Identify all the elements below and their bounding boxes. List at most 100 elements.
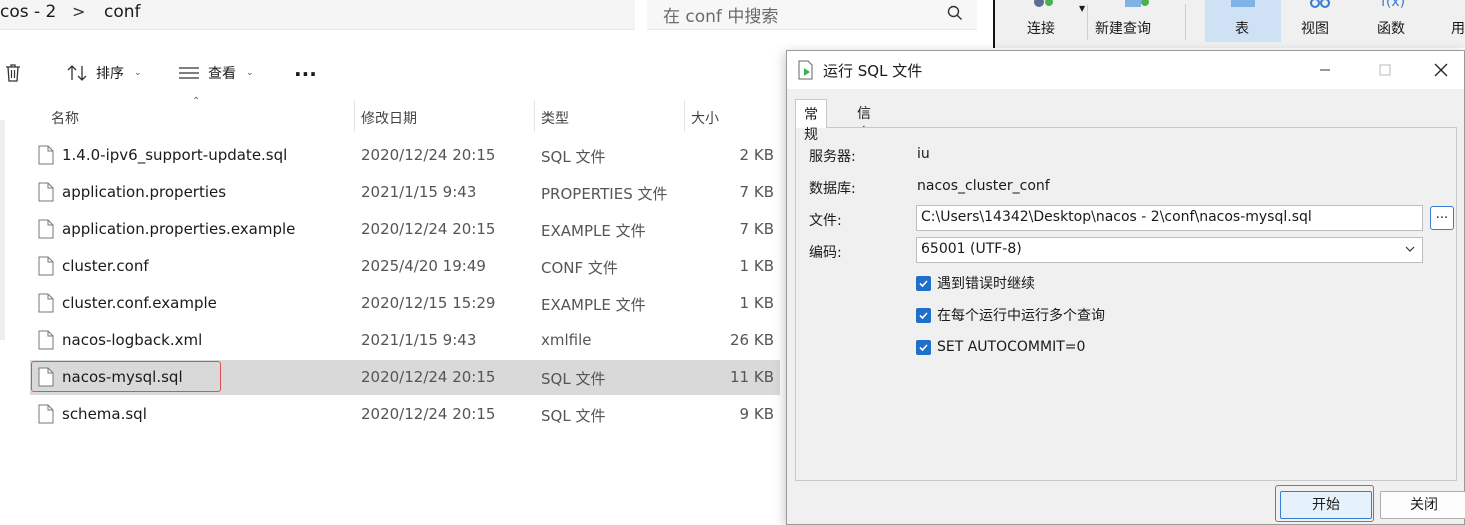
start-button[interactable]: 开始 (1280, 491, 1372, 519)
more-options-button[interactable]: ... (294, 56, 317, 82)
file-type: EXAMPLE 文件 (541, 222, 646, 240)
breadcrumb-parent[interactable]: cos - 2 (0, 2, 56, 22)
view-label-ribbon: 视图 (1301, 21, 1329, 37)
file-icon (38, 293, 54, 313)
file-row[interactable]: application.properties 2021/1/15 9:43 PROP… (30, 175, 780, 210)
close-window-button[interactable] (1418, 55, 1464, 85)
option-continue-on-error[interactable]: 遇到错误时继续 (916, 273, 1035, 293)
file-name: cluster.conf (62, 257, 149, 275)
chevron-down-icon: ⌄ (246, 68, 254, 78)
search-input[interactable]: 在 conf 中搜索 (647, 0, 977, 30)
command-toolbar: 排序 ⌄ 查看 ⌄ ... (0, 50, 800, 94)
file-name: schema.sql (62, 405, 147, 423)
file-icon (38, 330, 54, 350)
view-button-ribbon[interactable]: 视图 (1291, 0, 1351, 44)
maximize-button[interactable] (1362, 55, 1408, 85)
table-icon (1231, 0, 1255, 7)
trash-icon (6, 64, 20, 82)
tab-general[interactable]: 常规 (795, 99, 827, 143)
file-path-input[interactable]: C:\Users\14342\Desktop\nacos - 2\conf\na… (916, 205, 1423, 231)
file-type: xmlfile (541, 331, 592, 349)
encoding-value: 65001 (UTF-8) (921, 241, 1022, 257)
file-name: application.properties (62, 183, 227, 201)
encoding-label: 编码: (809, 245, 842, 261)
file-row[interactable]: 1.4.0-ipv6_support-update.sql 2020/12/24 … (30, 138, 780, 173)
checkbox-checked-icon[interactable] (916, 275, 931, 291)
database-label: 数据库: (809, 181, 856, 197)
chevron-down-icon[interactable]: ▼ (1079, 4, 1085, 13)
option-multiple-queries[interactable]: 在每个运行中运行多个查询 (916, 305, 1105, 325)
file-date: 2021/1/15 9:43 (361, 183, 477, 201)
new-query-label: 新建查询 (1095, 21, 1151, 37)
browse-button[interactable]: ... (1430, 206, 1454, 230)
file-row[interactable]: cluster.conf.example 2020/12/15 15:29 EXAM… (30, 286, 780, 321)
file-size: 7 KB (739, 183, 774, 201)
close-button[interactable]: 关闭 (1380, 491, 1465, 519)
column-header-name[interactable]: 名称 (51, 108, 79, 140)
view-icon (1310, 0, 1330, 8)
checkbox-checked-icon[interactable] (916, 339, 931, 355)
tab-message-log[interactable]: 信息日志 (849, 99, 879, 182)
file-type: CONF 文件 (541, 259, 618, 277)
maximize-icon (1379, 64, 1391, 76)
file-size: 7 KB (739, 220, 774, 238)
view-button[interactable]: 查看 ⌄ (178, 60, 254, 86)
file-row[interactable]: schema.sql 2020/12/24 20:15 SQL 文件 9 KB (30, 397, 780, 432)
file-row[interactable]: nacos-mysql.sql 2020/12/24 20:15 SQL 文件 11 … (30, 360, 780, 395)
address-bar[interactable]: cos - 2 > conf (0, 0, 635, 30)
function-button[interactable]: f(x) 函数 (1367, 0, 1427, 44)
column-divider[interactable] (684, 100, 685, 132)
connect-button[interactable]: 连接 (1025, 0, 1065, 44)
option-label: 遇到错误时继续 (937, 276, 1035, 292)
column-divider[interactable] (354, 100, 355, 132)
file-name: application.properties.example (62, 220, 296, 238)
server-label: 服务器: (809, 149, 856, 165)
search-icon[interactable] (947, 5, 963, 21)
new-query-button[interactable]: 新建查询 (1093, 0, 1183, 44)
dialog-title: 运行 SQL 文件 (823, 62, 923, 80)
ribbon-divider (1185, 4, 1186, 40)
file-icon (38, 219, 54, 239)
checkbox-checked-icon[interactable] (916, 307, 931, 323)
column-header-size[interactable]: 大小 (691, 108, 719, 140)
navicat-ribbon: 连接 ▼ 新建查询 表 视图 f(x) 函数 用 (993, 0, 1465, 48)
sort-button[interactable]: 排序 ⌄ (66, 60, 142, 86)
option-autocommit[interactable]: SET AUTOCOMMIT=0 (916, 337, 1085, 357)
run-sql-file-dialog: 运行 SQL 文件 常规 信息日志 服务器: iu 数据库: nacos_clu… (786, 50, 1465, 525)
column-divider[interactable] (534, 100, 535, 132)
sort-label: 排序 (96, 66, 124, 82)
file-name: cluster.conf.example (62, 294, 217, 312)
file-size: 1 KB (739, 294, 774, 312)
file-row[interactable]: application.properties.example 2020/12/24… (30, 212, 780, 247)
breadcrumb-current[interactable]: conf (104, 2, 141, 22)
file-row[interactable]: cluster.conf 2025/4/20 19:49 CONF 文件 1 KB (30, 249, 780, 284)
file-type: EXAMPLE 文件 (541, 296, 646, 314)
chevron-down-icon (1405, 246, 1415, 252)
file-date: 2020/12/24 20:15 (361, 368, 496, 386)
encoding-select[interactable]: 65001 (UTF-8) (916, 237, 1423, 263)
file-row[interactable]: nacos-logback.xml 2021/1/15 9:43 xmlfile 26… (30, 323, 780, 358)
function-icon: f(x) (1381, 0, 1406, 10)
scrollbar[interactable] (0, 120, 5, 340)
column-header-type[interactable]: 类型 (541, 108, 569, 140)
chevron-down-icon: ⌄ (134, 68, 142, 78)
column-header-date[interactable]: 修改日期 (361, 108, 417, 140)
dialog-title-bar[interactable]: 运行 SQL 文件 (787, 51, 1464, 89)
file-label: 文件: (809, 213, 842, 229)
view-list-icon (179, 67, 199, 79)
search-placeholder: 在 conf 中搜索 (663, 7, 779, 27)
table-button[interactable]: 表 (1205, 0, 1281, 44)
file-type: SQL 文件 (541, 370, 606, 388)
connect-label: 连接 (1027, 21, 1055, 37)
file-icon (38, 182, 54, 202)
server-value: iu (917, 146, 930, 162)
view-label: 查看 (208, 66, 236, 82)
minimize-button[interactable] (1302, 55, 1348, 85)
file-type: SQL 文件 (541, 148, 606, 166)
sort-ascending-icon: ⌃ (192, 96, 201, 107)
delete-button[interactable] (3, 60, 23, 86)
file-date: 2020/12/24 20:15 (361, 146, 496, 164)
close-icon (1434, 63, 1448, 77)
ribbon-more-label[interactable]: 用 (1451, 18, 1465, 38)
run-sql-icon (798, 60, 813, 80)
